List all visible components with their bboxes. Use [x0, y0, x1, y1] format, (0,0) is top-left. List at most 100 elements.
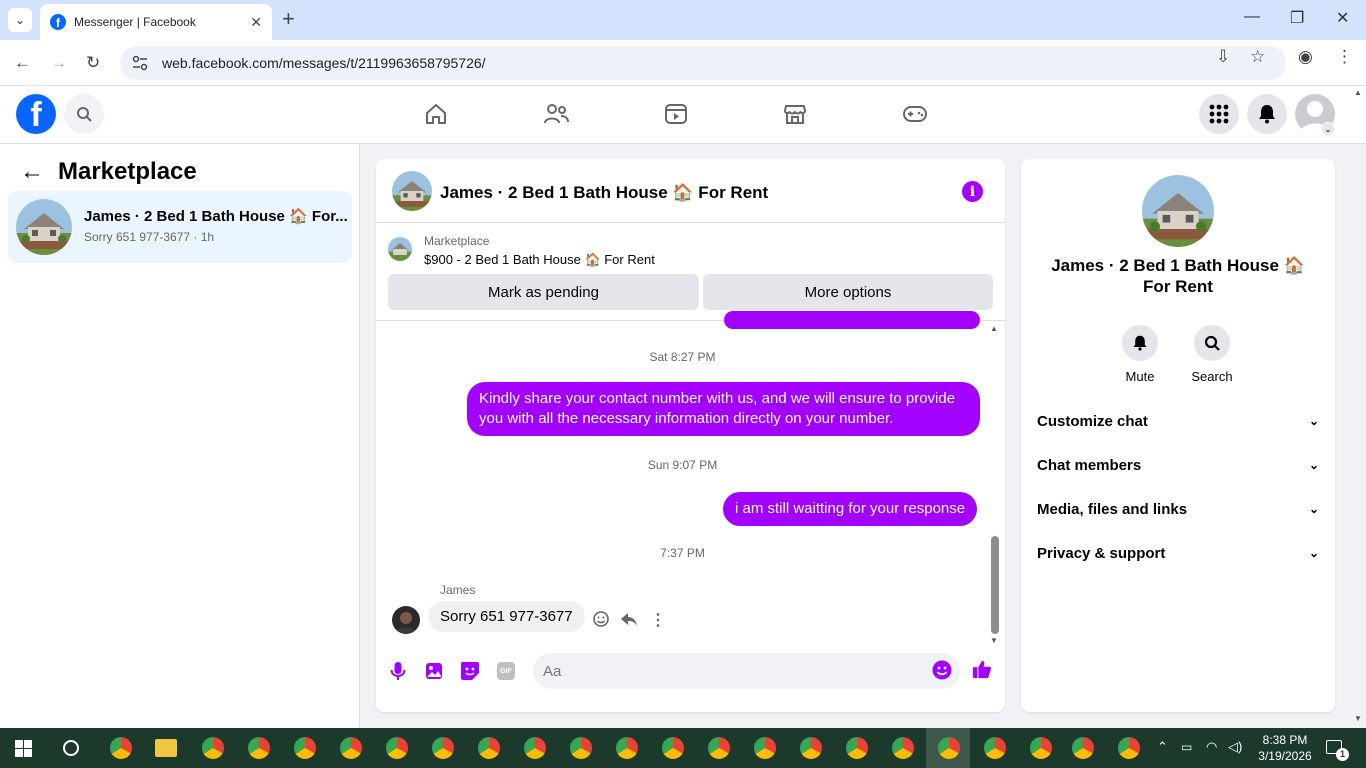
network-icon[interactable]: ◠	[1206, 739, 1217, 755]
sender-avatar[interactable]	[392, 606, 420, 634]
scroll-up-arrow-icon[interactable]: ▲	[990, 324, 998, 333]
chrome-taskbar-icon[interactable]	[110, 737, 132, 759]
chrome-taskbar-icon[interactable]	[340, 737, 362, 759]
cortana-search-icon[interactable]	[63, 740, 79, 756]
reply-icon[interactable]	[620, 610, 638, 628]
marketplace-label: Marketplace	[424, 234, 490, 248]
back-arrow-icon[interactable]: ←	[14, 53, 31, 73]
chrome-taskbar-icon[interactable]	[570, 737, 592, 759]
facebook-favicon-icon: f	[50, 14, 66, 30]
chrome-taskbar-icon[interactable]	[754, 737, 776, 759]
chrome-taskbar-icon[interactable]	[662, 737, 684, 759]
search-action[interactable]: Search	[1182, 325, 1242, 384]
sticker-icon[interactable]	[460, 661, 480, 681]
chrome-taskbar-icon[interactable]	[1030, 737, 1052, 759]
chrome-taskbar-icon[interactable]	[524, 737, 546, 759]
search-label: Search	[1191, 369, 1233, 384]
mute-action[interactable]: Mute	[1110, 325, 1170, 384]
install-app-icon[interactable]: ⇩	[1216, 47, 1230, 67]
marketplace-nav-icon[interactable]	[781, 100, 809, 128]
react-emoji-icon[interactable]	[592, 610, 610, 628]
media-files-section[interactable]: Media, files and links ⌄	[1037, 494, 1319, 524]
scrollbar-thumb[interactable]	[991, 536, 999, 634]
search-icon[interactable]	[1194, 325, 1230, 361]
chrome-taskbar-icon[interactable]	[294, 737, 316, 759]
chrome-taskbar-icon[interactable]	[478, 737, 500, 759]
chrome-taskbar-icon[interactable]	[846, 737, 868, 759]
home-nav-icon[interactable]	[422, 100, 450, 128]
message-list[interactable]: Sat 8:27 PM Kindly share your contact nu…	[376, 311, 1005, 647]
customize-chat-section[interactable]: Customize chat ⌄	[1037, 406, 1319, 436]
chrome-taskbar-icon[interactable]	[800, 737, 822, 759]
chevron-down-icon: ⌄	[1308, 414, 1319, 428]
new-tab-button[interactable]: +	[282, 8, 295, 30]
facebook-search-button[interactable]	[64, 94, 104, 134]
mark-as-pending-button[interactable]: Mark as pending	[388, 274, 699, 310]
profile-picture[interactable]	[1142, 175, 1214, 247]
message-bubble-sent[interactable]: i am still waitting for your response	[723, 492, 978, 526]
gaming-nav-icon[interactable]	[901, 100, 929, 128]
chrome-taskbar-icon[interactable]	[892, 737, 914, 759]
taskbar-clock[interactable]: 8:38 PM 3/19/2026	[1254, 732, 1316, 764]
page-scroll-up-icon[interactable]: ▲	[1354, 88, 1362, 97]
chrome-taskbar-icon[interactable]	[432, 737, 454, 759]
forward-arrow-icon[interactable]: →	[50, 53, 67, 73]
message-bubble-sent[interactable]: Kindly share your contact number with us…	[467, 382, 980, 436]
more-options-button[interactable]: More options	[703, 274, 993, 310]
profile-icon[interactable]: ◉	[1298, 47, 1313, 67]
bookmark-star-icon[interactable]: ☆	[1250, 47, 1265, 67]
chrome-taskbar-icon[interactable]	[938, 737, 960, 759]
chrome-taskbar-icon[interactable]	[1118, 737, 1140, 759]
facebook-logo[interactable]: f	[16, 94, 56, 134]
file-explorer-icon[interactable]	[155, 739, 177, 757]
sender-name: James	[440, 583, 476, 597]
video-nav-icon[interactable]	[662, 100, 690, 128]
friends-nav-icon[interactable]	[542, 100, 570, 128]
more-actions-icon[interactable]: ⋮	[650, 610, 666, 630]
windows-start-icon[interactable]	[15, 740, 32, 757]
back-arrow-icon[interactable]: ←	[20, 158, 44, 186]
menu-grid-button[interactable]	[1199, 94, 1239, 134]
chat-members-section[interactable]: Chat members ⌄	[1037, 450, 1319, 480]
thumbs-up-icon[interactable]	[972, 659, 992, 679]
page-scroll-down-icon[interactable]: ▼	[1354, 714, 1362, 723]
listing-title[interactable]: $900 - 2 Bed 1 Bath House 🏠 For Rent	[424, 252, 655, 268]
chrome-menu-icon[interactable]: ⋮	[1336, 47, 1353, 67]
volume-icon[interactable]: ◁)	[1228, 739, 1242, 755]
tray-chevron-up-icon[interactable]: ⌃	[1157, 739, 1168, 755]
chrome-taskbar-icon[interactable]	[202, 737, 224, 759]
scroll-down-arrow-icon[interactable]: ▼	[990, 636, 998, 645]
notifications-button[interactable]	[1247, 94, 1287, 134]
tab-close-icon[interactable]: ✕	[250, 14, 262, 31]
info-icon[interactable]: i	[962, 181, 983, 202]
chrome-taskbar-icon[interactable]	[708, 737, 730, 759]
chrome-taskbar-icon[interactable]	[984, 737, 1006, 759]
address-bar[interactable]: web.facebook.com/messages/t/211996365879…	[120, 46, 1286, 80]
conversation-item[interactable]: James · 2 Bed 1 Bath House 🏠 For... Sorr…	[8, 191, 352, 263]
chrome-taskbar-icon[interactable]	[248, 737, 270, 759]
minimize-button[interactable]: —	[1244, 8, 1260, 26]
message-input[interactable]	[533, 653, 960, 689]
emoji-icon[interactable]	[932, 660, 952, 680]
chrome-taskbar-icon[interactable]	[386, 737, 408, 759]
site-info-icon[interactable]	[132, 55, 148, 71]
chrome-taskbar-icon[interactable]	[616, 737, 638, 759]
privacy-support-section[interactable]: Privacy & support ⌄	[1037, 538, 1319, 568]
browser-tab[interactable]: f Messenger | Facebook ✕	[40, 4, 272, 40]
bell-icon[interactable]	[1122, 325, 1158, 361]
chrome-taskbar-icon[interactable]	[1072, 737, 1094, 759]
window-close-button[interactable]: ✕	[1336, 8, 1349, 28]
message-bubble-received[interactable]: Sorry 651 977-3677	[428, 601, 585, 632]
chat-title[interactable]: James · 2 Bed 1 Bath House 🏠 For Rent	[440, 183, 768, 203]
clock-date: 3/19/2026	[1258, 749, 1312, 763]
account-chevron-icon[interactable]: ⌄	[1321, 122, 1335, 136]
restore-button[interactable]: ❐	[1290, 8, 1304, 28]
chat-avatar[interactable]	[392, 171, 432, 211]
tab-search-button[interactable]: ⌄	[8, 8, 32, 32]
microphone-icon[interactable]	[388, 661, 408, 681]
gif-icon[interactable]: GIF	[496, 661, 516, 681]
battery-icon[interactable]: ▭	[1181, 740, 1192, 754]
reload-icon[interactable]: ↻	[86, 53, 100, 73]
chat-header: James · 2 Bed 1 Bath House 🏠 For Rent i	[376, 159, 1005, 223]
photo-icon[interactable]	[424, 661, 444, 681]
